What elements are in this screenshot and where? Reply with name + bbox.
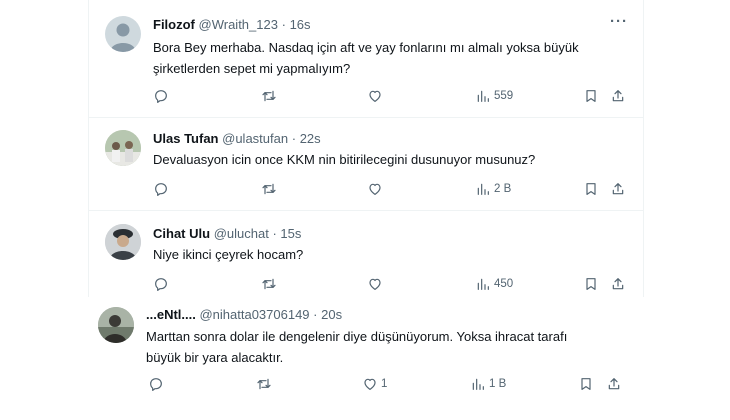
retweet-button[interactable] <box>256 376 272 392</box>
reply-panel-bottom: ...eNtl.... @nihatta03706149 · 20s Martt… <box>82 297 637 420</box>
views-button[interactable]: 1 B <box>470 376 506 392</box>
retweet-icon <box>262 278 276 290</box>
separator: · <box>291 131 297 146</box>
bookmark-button[interactable] <box>583 276 599 292</box>
tweet-text-line: Bora Bey merhaba. Nasdaq için aft ve yay… <box>153 40 579 55</box>
like-button[interactable]: 1 <box>362 376 387 392</box>
share-button[interactable] <box>610 276 626 292</box>
view-count: 450 <box>494 278 514 290</box>
like-button[interactable] <box>367 181 386 197</box>
reply-button[interactable] <box>153 276 169 292</box>
views-icon <box>477 278 489 290</box>
timestamp[interactable]: 22s <box>300 131 321 146</box>
author-handle[interactable]: @nihatta03706149 <box>199 307 309 322</box>
reply-button[interactable] <box>153 181 169 197</box>
author-handle[interactable]: @ulastufan <box>222 131 288 146</box>
share-button[interactable] <box>610 88 626 104</box>
views-button[interactable]: 2 B <box>475 181 511 197</box>
retweet-button[interactable] <box>261 276 277 292</box>
avatar[interactable] <box>98 307 134 343</box>
tweet-header: Filozof @Wraith_123 · 16s <box>153 17 311 32</box>
bookmark-icon <box>581 378 591 390</box>
bookmark-button[interactable] <box>583 88 599 104</box>
uniform-portrait-icon <box>105 224 141 260</box>
share-button[interactable] <box>606 376 622 392</box>
retweet-button[interactable] <box>261 88 277 104</box>
like-icon <box>364 378 376 390</box>
retweet-icon <box>262 183 276 195</box>
author-name[interactable]: Cihat Ulu <box>153 226 210 241</box>
share-icon <box>612 90 624 102</box>
timestamp[interactable]: 16s <box>290 17 311 32</box>
view-count: 2 B <box>494 183 512 195</box>
more-icon[interactable]: ··· <box>610 13 628 30</box>
reply-icon <box>155 90 167 103</box>
share-button[interactable] <box>610 181 626 197</box>
separator: · <box>281 17 286 32</box>
views-icon <box>477 90 489 102</box>
tweet-header: Cihat Ulu @uluchat · 15s <box>153 226 301 241</box>
reply-icon <box>150 378 162 391</box>
tweet-header: ...eNtl.... @nihatta03706149 · 20s <box>146 307 342 322</box>
reply-icon <box>155 183 167 196</box>
avatar[interactable] <box>105 130 141 166</box>
views-button[interactable]: 450 <box>475 276 513 292</box>
bookmark-icon <box>586 90 596 102</box>
reply-icon <box>155 278 167 291</box>
bookmark-button[interactable] <box>583 181 599 197</box>
author-name[interactable]: ...eNtl.... <box>146 307 196 322</box>
avatar[interactable] <box>105 16 141 52</box>
timestamp[interactable]: 20s <box>321 307 342 322</box>
tweet-filozof[interactable]: Filozof @Wraith_123 · 16s ··· Bora Bey m… <box>89 0 643 117</box>
tweet-ulas-tufan[interactable]: Ulas Tufan @ulastufan · 22s Devaluasyon … <box>89 118 643 210</box>
reply-button[interactable] <box>153 88 169 104</box>
like-button[interactable] <box>367 276 386 292</box>
author-name[interactable]: Filozof <box>153 17 195 32</box>
tweet-text-line: Devaluasyon icin once KKM nin bitirilece… <box>153 152 536 167</box>
author-handle[interactable]: @Wraith_123 <box>199 17 278 32</box>
tweet-text-line: Niye ikinci çeyrek hocam? <box>153 247 304 262</box>
author-name[interactable]: Ulas Tufan <box>153 131 219 146</box>
author-handle[interactable]: @uluchat <box>214 226 269 241</box>
timestamp[interactable]: 15s <box>280 226 301 241</box>
like-icon <box>369 183 381 195</box>
default-avatar-icon <box>110 23 136 52</box>
reply-button[interactable] <box>148 376 164 392</box>
bookmark-icon <box>586 278 596 290</box>
tweet-text: Niye ikinci çeyrek hocam? <box>153 244 303 265</box>
view-count: 559 <box>494 90 514 102</box>
retweet-icon <box>257 378 271 390</box>
tweet-text-line: büyük bir yara alacaktır. <box>146 350 284 365</box>
bookmark-icon <box>586 183 596 195</box>
tweet-text: Devaluasyon icin once KKM nin bitirilece… <box>153 149 535 170</box>
group-photo-icon <box>105 130 141 166</box>
share-icon <box>612 183 624 195</box>
like-button[interactable] <box>367 88 386 104</box>
tweet-cihat-ulu[interactable]: Cihat Ulu @uluchat · 15s Niye ikinci çey… <box>89 211 643 297</box>
separator: · <box>272 226 277 241</box>
views-icon <box>472 378 484 390</box>
avatar[interactable] <box>105 224 141 260</box>
tweet-header: Ulas Tufan @ulastufan · 22s <box>153 131 321 146</box>
outdoor-portrait-icon <box>98 307 134 343</box>
retweet-icon <box>262 90 276 102</box>
views-icon <box>477 183 489 195</box>
bookmark-button[interactable] <box>578 376 594 392</box>
share-icon <box>608 378 620 390</box>
like-count: 1 <box>381 378 388 390</box>
tweet-text-line: şirketlerden sepet mi yapmalıyım? <box>153 61 351 76</box>
view-count: 1 B <box>489 378 507 390</box>
views-button[interactable]: 559 <box>475 88 513 104</box>
share-icon <box>612 278 624 290</box>
like-icon <box>369 278 381 290</box>
tweet-entl[interactable]: ...eNtl.... @nihatta03706149 · 20s Martt… <box>82 297 637 420</box>
separator: · <box>313 307 318 322</box>
tweet-text: Marttan sonra dolar ile dengelenir diye … <box>146 326 567 368</box>
tweet-text-line: Marttan sonra dolar ile dengelenir diye … <box>146 329 568 344</box>
like-icon <box>369 90 381 102</box>
tweet-text: Bora Bey merhaba. Nasdaq için aft ve yay… <box>153 37 579 79</box>
retweet-button[interactable] <box>261 181 277 197</box>
reply-panel-top: Filozof @Wraith_123 · 16s ··· Bora Bey m… <box>88 0 644 297</box>
